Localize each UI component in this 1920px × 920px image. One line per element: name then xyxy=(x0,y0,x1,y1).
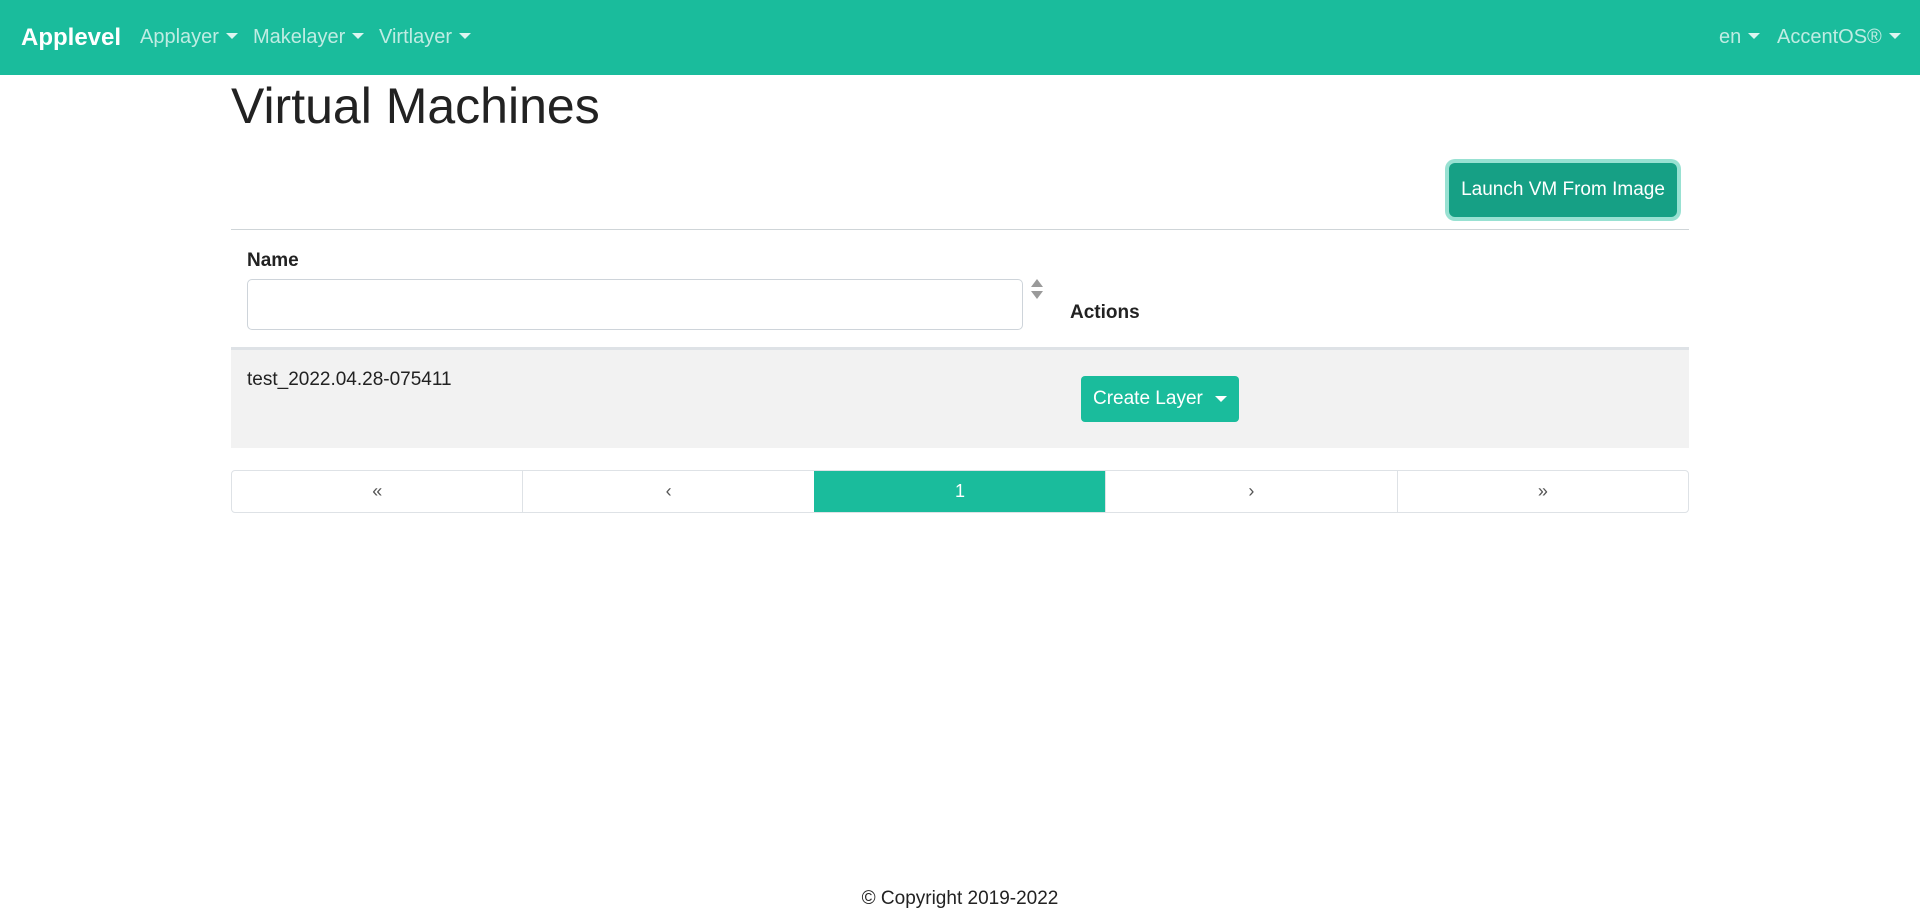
caret-down-icon xyxy=(1215,396,1227,402)
caret-down-icon xyxy=(459,33,471,39)
pagination-first[interactable]: « xyxy=(232,471,522,512)
nav-menu-virtlayer-label: Virtlayer xyxy=(379,26,452,48)
page-title: Virtual Machines xyxy=(231,78,600,134)
account-label: AccentOS® xyxy=(1777,26,1882,48)
create-layer-split-button: Create Layer xyxy=(1081,376,1239,422)
account-dropdown[interactable]: AccentOS® xyxy=(1777,0,1901,75)
sort-icon[interactable] xyxy=(1030,277,1044,301)
column-header-actions: Actions xyxy=(1070,302,1140,323)
pagination-last[interactable]: » xyxy=(1396,471,1688,512)
nav-menu-virtlayer[interactable]: Virtlayer xyxy=(379,0,471,75)
create-layer-dropdown-toggle[interactable] xyxy=(1203,376,1239,422)
pagination-current[interactable]: 1 xyxy=(813,471,1106,512)
caret-down-icon xyxy=(1748,33,1761,39)
nav-menu-makelayer-label: Makelayer xyxy=(253,26,346,48)
footer-copyright: © Copyright 2019-2022 xyxy=(861,888,1059,909)
pagination-next[interactable]: › xyxy=(1105,471,1396,512)
table-row: test_2022.04.28-075411 Create Layer xyxy=(231,350,1689,448)
nav-menu-applayer-label: Applayer xyxy=(140,26,219,48)
nav-menu-makelayer[interactable]: Makelayer xyxy=(253,0,365,75)
create-layer-button[interactable]: Create Layer xyxy=(1081,376,1203,422)
language-dropdown[interactable]: en xyxy=(1719,0,1761,75)
nav-menu-applayer[interactable]: Applayer xyxy=(140,0,238,75)
caret-down-icon xyxy=(1888,33,1901,39)
caret-down-icon xyxy=(225,33,238,39)
pagination-prev[interactable]: ‹ xyxy=(522,471,813,512)
pagination: « ‹ 1 › » xyxy=(231,470,1689,513)
divider xyxy=(231,229,1689,230)
launch-vm-from-image-button[interactable]: Launch VM From Image xyxy=(1449,163,1677,217)
vm-name-cell: test_2022.04.28-075411 xyxy=(247,369,452,390)
name-filter-input[interactable] xyxy=(247,279,1023,330)
language-label: en xyxy=(1719,26,1742,48)
column-header-name: Name xyxy=(247,250,299,271)
caret-down-icon xyxy=(352,33,365,39)
brand-link[interactable]: Applevel xyxy=(21,0,121,75)
top-navbar: Applevel Applayer Makelayer Virtlayer en… xyxy=(0,0,1920,75)
